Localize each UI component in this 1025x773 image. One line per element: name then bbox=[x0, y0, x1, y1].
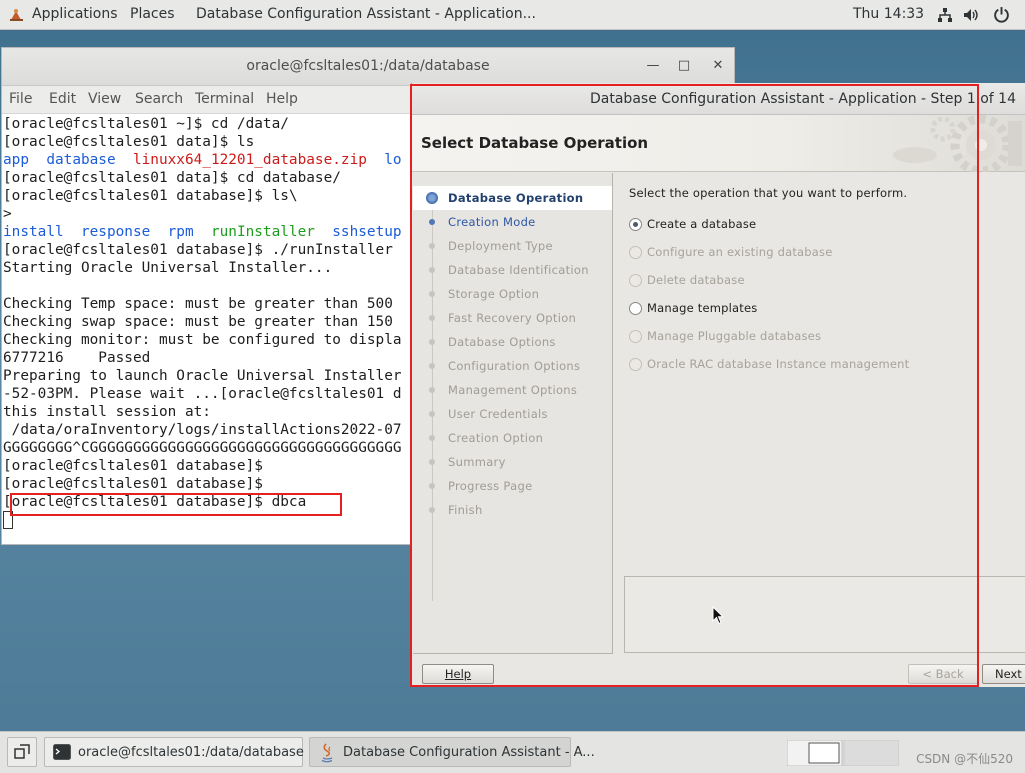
taskbar-item-label: oracle@fcsltales01:/data/database bbox=[78, 745, 304, 760]
terminal-icon bbox=[53, 744, 71, 760]
java-icon bbox=[321, 743, 333, 763]
terminal-title: oracle@fcsltales01:/data/database bbox=[246, 58, 490, 74]
terminal-titlebar[interactable]: oracle@fcsltales01:/data/database — □ ✕ bbox=[2, 48, 734, 86]
places-menu[interactable]: Places bbox=[130, 6, 175, 22]
applications-icon bbox=[10, 9, 23, 21]
top-bar: Applications Places Database Configurati… bbox=[0, 0, 1025, 30]
ls-entry: runInstaller bbox=[210, 224, 315, 240]
active-app-menu[interactable]: Database Configuration Assistant - Appli… bbox=[196, 6, 536, 22]
show-desktop-button[interactable] bbox=[7, 737, 37, 767]
show-desktop-icon bbox=[14, 744, 30, 759]
ls-entry: response bbox=[80, 224, 151, 240]
ls-entry: database bbox=[46, 152, 116, 168]
menu-view[interactable]: View bbox=[88, 91, 121, 107]
next-button[interactable]: Next > bbox=[982, 664, 1025, 684]
ls-entry: lo bbox=[384, 152, 402, 168]
minimize-icon[interactable]: — bbox=[644, 57, 662, 75]
workspace-switcher[interactable] bbox=[787, 740, 899, 766]
maximize-icon[interactable]: □ bbox=[675, 57, 693, 75]
close-icon[interactable]: ✕ bbox=[709, 57, 727, 75]
mouse-pointer-icon bbox=[712, 606, 724, 625]
menu-terminal[interactable]: Terminal bbox=[195, 91, 254, 107]
ls-entry: install bbox=[3, 224, 64, 240]
menu-help[interactable]: Help bbox=[266, 91, 298, 107]
taskbar-item-label: Database Configuration Assistant - A... bbox=[343, 745, 595, 760]
taskbar: oracle@fcsltales01:/data/database Databa… bbox=[0, 731, 1025, 773]
ls-entry: rpm bbox=[167, 224, 194, 240]
network-icon[interactable] bbox=[937, 7, 953, 23]
highlight-box-dbca-window bbox=[410, 84, 979, 687]
taskbar-item-terminal[interactable]: oracle@fcsltales01:/data/database bbox=[44, 737, 304, 767]
watermark: CSDN @不仙520 bbox=[916, 752, 1013, 766]
ls-entry: linuxx64_12201_database.zip bbox=[132, 152, 367, 168]
highlight-box-dbca-command bbox=[10, 493, 342, 516]
volume-icon[interactable] bbox=[963, 7, 979, 23]
ls-entry: app bbox=[3, 152, 29, 168]
ls-entry: sshsetup bbox=[332, 224, 402, 240]
menu-search[interactable]: Search bbox=[135, 91, 183, 107]
taskbar-item-dbca[interactable]: Database Configuration Assistant - A... bbox=[309, 737, 595, 767]
power-icon[interactable] bbox=[993, 6, 1010, 23]
applications-menu[interactable]: Applications bbox=[32, 6, 118, 22]
menu-edit[interactable]: Edit bbox=[49, 91, 76, 107]
clock[interactable]: Thu 14:33 bbox=[853, 6, 924, 22]
menu-file[interactable]: File bbox=[9, 91, 32, 107]
